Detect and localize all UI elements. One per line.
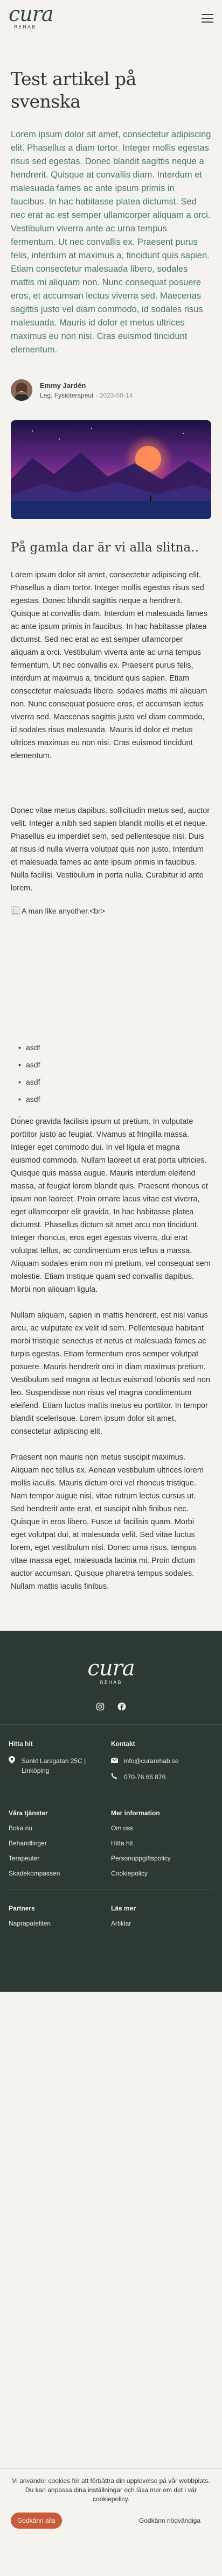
paragraph-4: Nullam aliquam, sapien in mattis hendrer… xyxy=(11,1311,210,1436)
pin-icon xyxy=(9,1756,16,1766)
accept-all-button[interactable]: Godkänn alla xyxy=(11,2513,62,2529)
footer-link-hitta-hit[interactable]: Hitta hit xyxy=(111,1839,208,1847)
accept-necessary-button[interactable]: Godkänn nödvändiga xyxy=(139,2517,211,2524)
facebook-icon[interactable] xyxy=(117,1702,127,1711)
site-header: cura REHAB xyxy=(0,0,222,37)
phone-icon xyxy=(111,1772,119,1782)
social-links xyxy=(0,1702,222,1711)
avatar xyxy=(11,379,32,401)
footer-link-boka[interactable]: Boka nu xyxy=(9,1824,106,1832)
list-item: asdf xyxy=(18,1093,211,1106)
publish-date: · 2023-08-14 xyxy=(95,391,133,399)
broken-image-icon xyxy=(11,907,19,915)
footer-link-skadekompassen[interactable]: Skadekompassen xyxy=(9,1870,106,1877)
footer-heading-kontakt: Kontakt xyxy=(111,1740,135,1747)
paragraph-1: Lorem ipsum dolor sit amet, consectetur … xyxy=(11,571,208,760)
bullet-list: asdf asdf asdf asdf xyxy=(18,1041,211,1123)
mail-icon xyxy=(111,1756,119,1766)
cookie-banner: Vi använder cookies för att förbättra di… xyxy=(0,2468,222,2537)
section-heading: På gamla dar är vi alla slitna.. xyxy=(11,541,199,555)
footer-email[interactable]: info@curarehab.se xyxy=(124,1756,179,1766)
footer-link-om-oss[interactable]: Om oss xyxy=(111,1824,208,1832)
footer-logo-subtitle: REHAB xyxy=(100,1680,122,1686)
footer-link-behandlingar[interactable]: Behandlinger xyxy=(9,1839,106,1847)
broken-image: A man like anyother.<br> xyxy=(11,907,211,1025)
footer-heading-partners: Partners xyxy=(9,1905,35,1912)
list-item: asdf xyxy=(18,1058,211,1071)
list-item: asdf xyxy=(18,1075,211,1088)
footer-address[interactable]: Sankt Larsgatan 25C | Linköping xyxy=(22,1756,106,1775)
cookie-text: Vi använder cookies för att förbättra di… xyxy=(12,2477,210,2503)
footer-link-artiklar[interactable]: Artiklar xyxy=(111,1920,208,1927)
footer-phone[interactable]: 070-76 66 876 xyxy=(124,1772,165,1782)
footer-heading-las-mer: Läs mer xyxy=(111,1905,136,1912)
footer-link-personuppgiftspolicy[interactable]: Personuppgiftspolicy xyxy=(111,1855,208,1862)
footer-link-terapeuter[interactable]: Terapeuter xyxy=(9,1855,106,1862)
hamburger-icon[interactable] xyxy=(202,14,213,23)
logo[interactable]: cura REHAB xyxy=(9,3,60,33)
site-footer: cura REHAB Hitta hit Sankt Larsgatan 25C… xyxy=(0,1631,222,1992)
article: Test artikel på svenska Lorem ipsum dolo… xyxy=(0,68,222,1593)
footer-link-naprapateliten[interactable]: Naprapateliten xyxy=(9,1920,106,1927)
author-block: Emmy Jardén Leg. Fysioterapeut · 2023-08-… xyxy=(11,375,211,405)
footer-heading-tjanster: Våra tjänster xyxy=(9,1809,48,1817)
author-title: Leg. Fysioterapeut xyxy=(40,391,94,399)
footer-link-cookiepolicy[interactable]: Cookiepolicy xyxy=(111,1870,208,1877)
article-lead: Lorem ipsum dolor sit amet, consectetur … xyxy=(11,130,211,355)
footer-logo[interactable]: cura REHAB xyxy=(0,1631,222,1686)
instagram-icon[interactable] xyxy=(95,1702,105,1711)
hero-image xyxy=(11,420,211,519)
broken-image-alt: A man like anyother.<br> xyxy=(22,907,105,915)
logo-word: cura xyxy=(9,2,54,26)
list-item: asdf xyxy=(18,1041,211,1054)
author-name: Emmy Jardén xyxy=(40,381,86,390)
footer-heading-hitta-hit: Hitta hit xyxy=(9,1740,33,1747)
paragraph-2: Donec vitae metus dapibus, sollicitudin … xyxy=(11,806,210,893)
footer-heading-mer-information: Mer information xyxy=(111,1809,160,1817)
article-title: Test artikel på svenska xyxy=(11,68,136,112)
paragraph-3: Donec gravida facilisis ipsum ut pretium… xyxy=(11,1117,211,1294)
paragraph-5: Praesent non mauris non metus suscipit m… xyxy=(11,1453,204,1591)
footer-logo-word: cura xyxy=(87,1656,135,1681)
